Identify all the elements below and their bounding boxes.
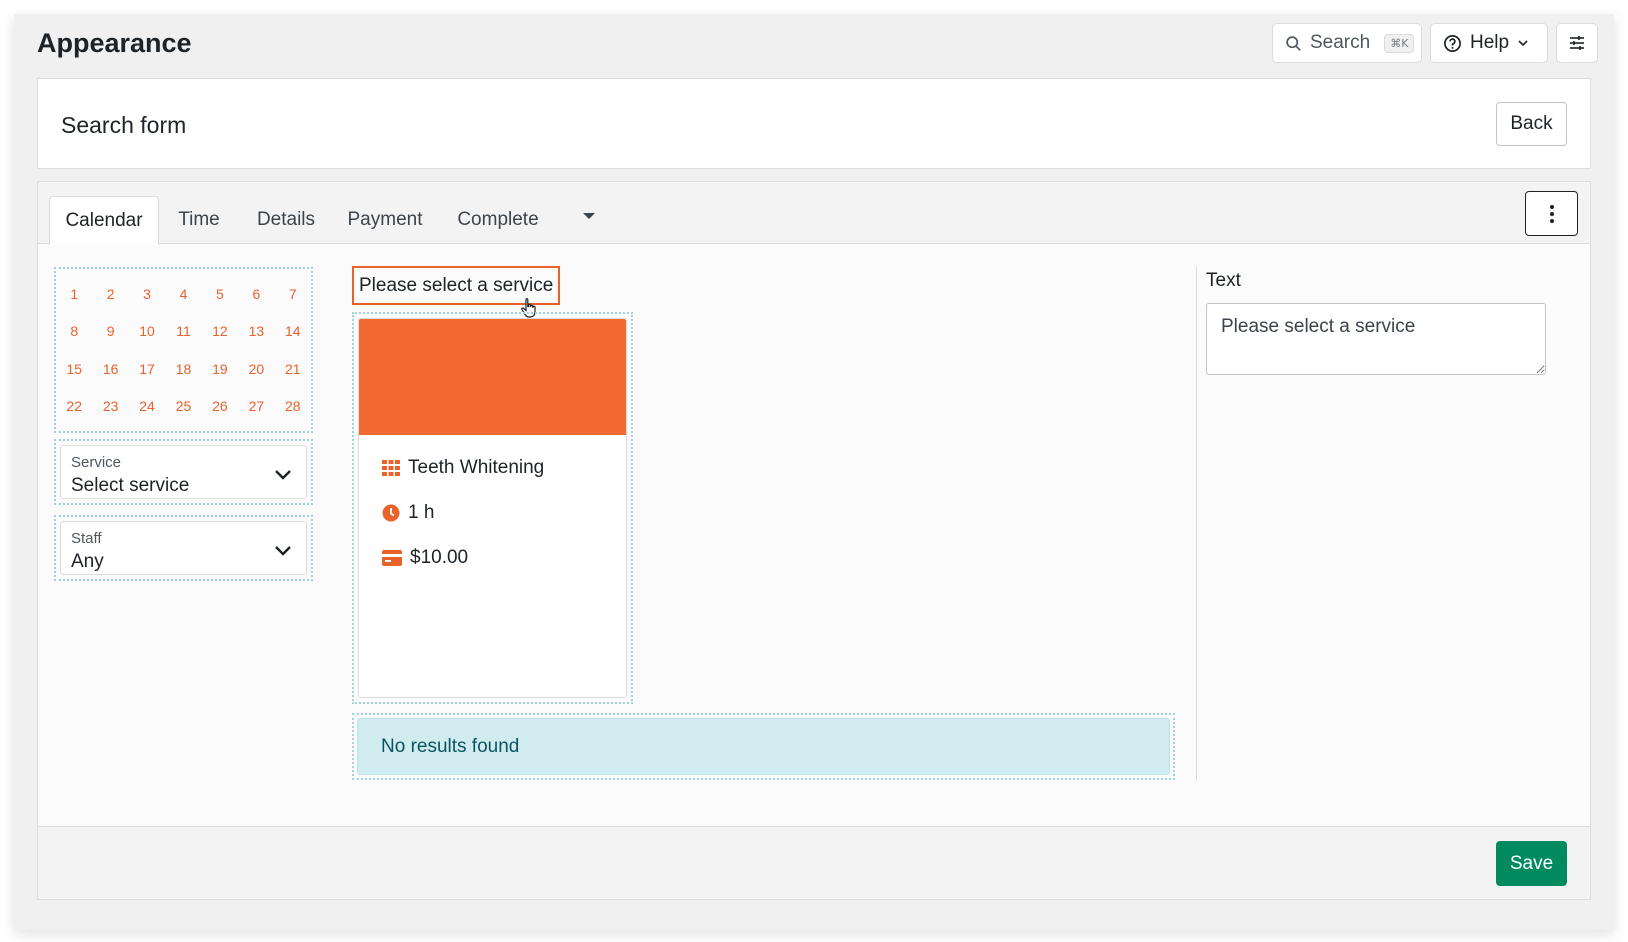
calendar: 1 2 3 4 5 6 7 8 9 10 11 12 13 14 15 16 17 18 19 20 21 22 23 24 2… xyxy=(54,267,313,433)
search-label: Search xyxy=(1310,32,1371,53)
no-results-wrapper: No results found xyxy=(352,713,1175,780)
settings-divider xyxy=(1196,266,1197,781)
tabs-dropdown-caret-icon[interactable] xyxy=(583,213,595,219)
staff-select[interactable]: Staff Any xyxy=(60,521,307,575)
calendar-day[interactable]: 24 xyxy=(129,388,165,426)
calendar-day[interactable]: 16 xyxy=(92,350,128,388)
calendar-day[interactable]: 7 xyxy=(275,275,311,313)
tab-time[interactable]: Time xyxy=(166,196,232,244)
more-options-button[interactable] xyxy=(1525,191,1578,236)
sliders-icon xyxy=(1570,36,1584,50)
calendar-day[interactable]: 5 xyxy=(202,275,238,313)
service-name: Teeth Whitening xyxy=(408,457,545,478)
calendar-day[interactable]: 3 xyxy=(129,275,165,313)
text-field-label: Text xyxy=(1206,270,1241,291)
service-select[interactable]: Service Select service xyxy=(60,445,307,499)
calendar-day[interactable]: 6 xyxy=(238,275,274,313)
calendar-day[interactable]: 18 xyxy=(165,350,201,388)
calendar-day[interactable]: 8 xyxy=(56,313,92,351)
calendar-day[interactable]: 15 xyxy=(56,350,92,388)
form-title: Search form xyxy=(61,112,187,138)
calendar-day[interactable]: 19 xyxy=(202,350,238,388)
calendar-day[interactable]: 13 xyxy=(238,313,274,351)
help-label: Help xyxy=(1470,32,1510,53)
help-circle-icon xyxy=(1444,34,1461,52)
chevron-down-icon xyxy=(1518,40,1528,47)
no-results-alert: No results found xyxy=(357,718,1170,775)
panel-footer: Save xyxy=(38,826,1590,899)
editor-panel: Calendar Time Details Payment Complete 1… xyxy=(37,181,1591,900)
service-duration-row: 1 h xyxy=(382,502,434,524)
text-field[interactable]: Please select a service xyxy=(1206,303,1546,375)
calendar-day[interactable]: 25 xyxy=(165,388,201,426)
back-button[interactable]: Back xyxy=(1496,102,1567,146)
calendar-day[interactable]: 9 xyxy=(92,313,128,351)
calendar-day[interactable]: 12 xyxy=(202,313,238,351)
chevron-down-icon xyxy=(275,546,291,556)
service-card-wrapper: Teeth Whitening 1 h $10.00 xyxy=(352,312,633,704)
display-settings-button[interactable] xyxy=(1556,23,1598,63)
credit-card-icon xyxy=(382,550,402,566)
save-button[interactable]: Save xyxy=(1496,841,1567,886)
top-actions: Search ⌘K Help xyxy=(1272,23,1598,63)
calendar-day[interactable]: 2 xyxy=(92,275,128,313)
tab-calendar[interactable]: Calendar xyxy=(49,196,159,245)
service-card-banner xyxy=(359,319,626,435)
calendar-day[interactable]: 27 xyxy=(238,388,274,426)
calendar-day[interactable]: 20 xyxy=(238,350,274,388)
step-tabs: Calendar Time Details Payment Complete xyxy=(38,182,1590,245)
calendar-day[interactable]: 11 xyxy=(165,313,201,351)
calendar-grid: 1 2 3 4 5 6 7 8 9 10 11 12 13 14 15 16 17 18 19 20 21 22 23 24 2… xyxy=(56,275,311,425)
calendar-day[interactable]: 28 xyxy=(275,388,311,426)
calendar-day[interactable]: 23 xyxy=(92,388,128,426)
calendar-day[interactable]: 10 xyxy=(129,313,165,351)
tab-complete[interactable]: Complete xyxy=(446,196,550,244)
calendar-day[interactable]: 14 xyxy=(275,313,311,351)
grid-icon xyxy=(382,460,400,476)
staff-select-value: Any xyxy=(71,551,104,572)
calendar-day[interactable]: 26 xyxy=(202,388,238,426)
service-filter: Service Select service xyxy=(54,439,313,505)
service-select-label: Service xyxy=(71,454,122,471)
calendar-day[interactable]: 17 xyxy=(129,350,165,388)
service-duration: 1 h xyxy=(408,502,435,523)
search-icon xyxy=(1286,35,1301,51)
chevron-down-icon xyxy=(275,470,291,480)
page-title: Appearance xyxy=(37,28,192,58)
service-name-row: Teeth Whitening xyxy=(382,457,544,479)
service-select-value: Select service xyxy=(71,475,190,496)
calendar-day[interactable]: 22 xyxy=(56,388,92,426)
calendar-day[interactable]: 4 xyxy=(165,275,201,313)
calendar-day[interactable]: 1 xyxy=(56,275,92,313)
staff-filter: Staff Any xyxy=(54,515,313,581)
service-price: $10.00 xyxy=(410,547,469,568)
search-shortcut: ⌘K xyxy=(1384,33,1415,53)
calendar-day[interactable]: 21 xyxy=(275,350,311,388)
service-price-row: $10.00 xyxy=(382,547,468,569)
header-card: Search form Back xyxy=(37,78,1591,169)
tab-details[interactable]: Details xyxy=(244,196,328,244)
clock-icon xyxy=(382,504,400,522)
help-button[interactable]: Help xyxy=(1430,23,1548,63)
staff-select-label: Staff xyxy=(71,530,102,547)
service-card[interactable]: Teeth Whitening 1 h $10.00 xyxy=(358,318,627,698)
tab-payment[interactable]: Payment xyxy=(340,196,430,244)
search-button[interactable]: Search ⌘K xyxy=(1272,23,1422,63)
